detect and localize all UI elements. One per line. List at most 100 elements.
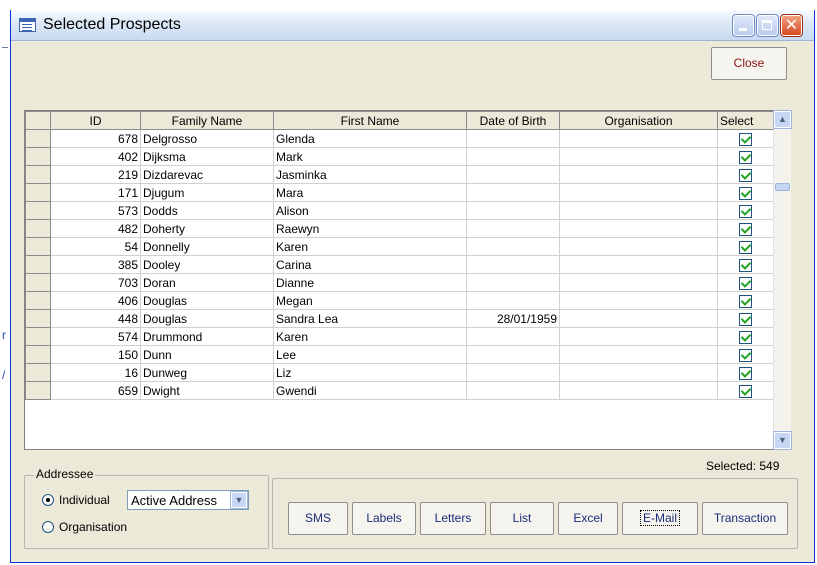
- maximize-button[interactable]: [756, 14, 779, 37]
- sms-button[interactable]: SMS: [288, 502, 348, 535]
- cell-id[interactable]: 16: [50, 363, 141, 382]
- cell-organisation[interactable]: [559, 183, 718, 202]
- scroll-down-button[interactable]: ▼: [773, 431, 792, 450]
- cell-date-of-birth[interactable]: 28/01/1959: [466, 309, 560, 328]
- cell-first-name[interactable]: Raewyn: [273, 219, 467, 238]
- cell-first-name[interactable]: Karen: [273, 327, 467, 346]
- individual-radio-label[interactable]: Individual: [59, 493, 110, 507]
- cell-id[interactable]: 150: [50, 345, 141, 364]
- cell-family-name[interactable]: Dijksma: [140, 147, 274, 166]
- cell-id[interactable]: 171: [50, 183, 141, 202]
- cell-family-name[interactable]: Doran: [140, 273, 274, 292]
- cell-first-name[interactable]: Liz: [273, 363, 467, 382]
- cell-id[interactable]: 406: [50, 291, 141, 310]
- cell-first-name[interactable]: Jasminka: [273, 165, 467, 184]
- cell-first-name[interactable]: Gwendi: [273, 381, 467, 400]
- cell-id[interactable]: 659: [50, 381, 141, 400]
- cell-id[interactable]: 219: [50, 165, 141, 184]
- cell-date-of-birth[interactable]: [466, 291, 560, 310]
- cell-organisation[interactable]: [559, 363, 718, 382]
- cell-first-name[interactable]: Dianne: [273, 273, 467, 292]
- cell-organisation[interactable]: [559, 309, 718, 328]
- cell-date-of-birth[interactable]: [466, 165, 560, 184]
- close-button[interactable]: Close: [711, 47, 787, 80]
- cell-first-name[interactable]: Glenda: [273, 129, 467, 148]
- cell-organisation[interactable]: [559, 201, 718, 220]
- cell-id[interactable]: 402: [50, 147, 141, 166]
- record-selector[interactable]: [25, 129, 51, 148]
- cell-family-name[interactable]: Douglas: [140, 291, 274, 310]
- select-checkbox[interactable]: [739, 366, 752, 380]
- cell-family-name[interactable]: Dooley: [140, 255, 274, 274]
- cell-id[interactable]: 54: [50, 237, 141, 256]
- table-row[interactable]: 448 Douglas Sandra Lea 28/01/1959: [25, 309, 774, 328]
- cell-family-name[interactable]: Doherty: [140, 219, 274, 238]
- table-row[interactable]: 406 Douglas Megan: [25, 291, 774, 310]
- select-checkbox[interactable]: [739, 348, 752, 362]
- select-checkbox[interactable]: [739, 132, 752, 146]
- select-checkbox[interactable]: [739, 168, 752, 182]
- cell-date-of-birth[interactable]: [466, 201, 560, 220]
- column-header-first-name[interactable]: First Name: [273, 111, 467, 130]
- cell-family-name[interactable]: Dizdarevac: [140, 165, 274, 184]
- scroll-thumb[interactable]: [775, 183, 790, 191]
- cell-date-of-birth[interactable]: [466, 147, 560, 166]
- select-checkbox[interactable]: [739, 294, 752, 308]
- record-selector[interactable]: [25, 309, 51, 328]
- cell-family-name[interactable]: Douglas: [140, 309, 274, 328]
- cell-date-of-birth[interactable]: [466, 219, 560, 238]
- window-close-button[interactable]: ✕: [780, 14, 803, 37]
- cell-first-name[interactable]: Lee: [273, 345, 467, 364]
- transaction-button[interactable]: Transaction: [702, 502, 788, 535]
- select-checkbox[interactable]: [739, 150, 752, 164]
- cell-first-name[interactable]: Sandra Lea: [273, 309, 467, 328]
- record-selector[interactable]: [25, 381, 51, 400]
- record-selector[interactable]: [25, 219, 51, 238]
- cell-organisation[interactable]: [559, 291, 718, 310]
- cell-family-name[interactable]: Drummond: [140, 327, 274, 346]
- record-selector[interactable]: [25, 183, 51, 202]
- select-checkbox[interactable]: [739, 330, 752, 344]
- table-row[interactable]: 402 Dijksma Mark: [25, 147, 774, 166]
- record-selector[interactable]: [25, 327, 51, 346]
- cell-first-name[interactable]: Alison: [273, 201, 467, 220]
- cell-date-of-birth[interactable]: [466, 327, 560, 346]
- table-row[interactable]: 150 Dunn Lee: [25, 345, 774, 364]
- minimize-button[interactable]: [732, 14, 755, 37]
- individual-radio[interactable]: [42, 494, 54, 506]
- cell-family-name[interactable]: Donnelly: [140, 237, 274, 256]
- excel-button[interactable]: Excel: [558, 502, 618, 535]
- select-checkbox[interactable]: [739, 384, 752, 398]
- record-selector[interactable]: [25, 147, 51, 166]
- table-row[interactable]: 703 Doran Dianne: [25, 273, 774, 292]
- letters-button[interactable]: Letters: [420, 502, 486, 535]
- cell-organisation[interactable]: [559, 237, 718, 256]
- cell-organisation[interactable]: [559, 381, 718, 400]
- record-selector[interactable]: [25, 363, 51, 382]
- record-selector[interactable]: [25, 345, 51, 364]
- cell-id[interactable]: 385: [50, 255, 141, 274]
- cell-family-name[interactable]: Dunn: [140, 345, 274, 364]
- cell-family-name[interactable]: Dwight: [140, 381, 274, 400]
- select-checkbox[interactable]: [739, 312, 752, 326]
- labels-button[interactable]: Labels: [352, 502, 416, 535]
- cell-family-name[interactable]: Delgrosso: [140, 129, 274, 148]
- cell-organisation[interactable]: [559, 147, 718, 166]
- cell-id[interactable]: 678: [50, 129, 141, 148]
- title-bar[interactable]: Selected Prospects ✕: [11, 10, 814, 41]
- cell-date-of-birth[interactable]: [466, 381, 560, 400]
- vertical-scrollbar[interactable]: ▲ ▼: [773, 110, 792, 450]
- email-button[interactable]: E-Mail: [622, 502, 698, 535]
- cell-family-name[interactable]: Dunweg: [140, 363, 274, 382]
- column-header-family-name[interactable]: Family Name: [140, 111, 274, 130]
- record-selector[interactable]: [25, 237, 51, 256]
- record-selector[interactable]: [25, 291, 51, 310]
- cell-organisation[interactable]: [559, 129, 718, 148]
- table-row[interactable]: 678 Delgrosso Glenda: [25, 129, 774, 148]
- organisation-radio-label[interactable]: Organisation: [59, 520, 127, 534]
- cell-date-of-birth[interactable]: [466, 273, 560, 292]
- cell-date-of-birth[interactable]: [466, 237, 560, 256]
- cell-first-name[interactable]: Megan: [273, 291, 467, 310]
- record-selector[interactable]: [25, 165, 51, 184]
- select-checkbox[interactable]: [739, 222, 752, 236]
